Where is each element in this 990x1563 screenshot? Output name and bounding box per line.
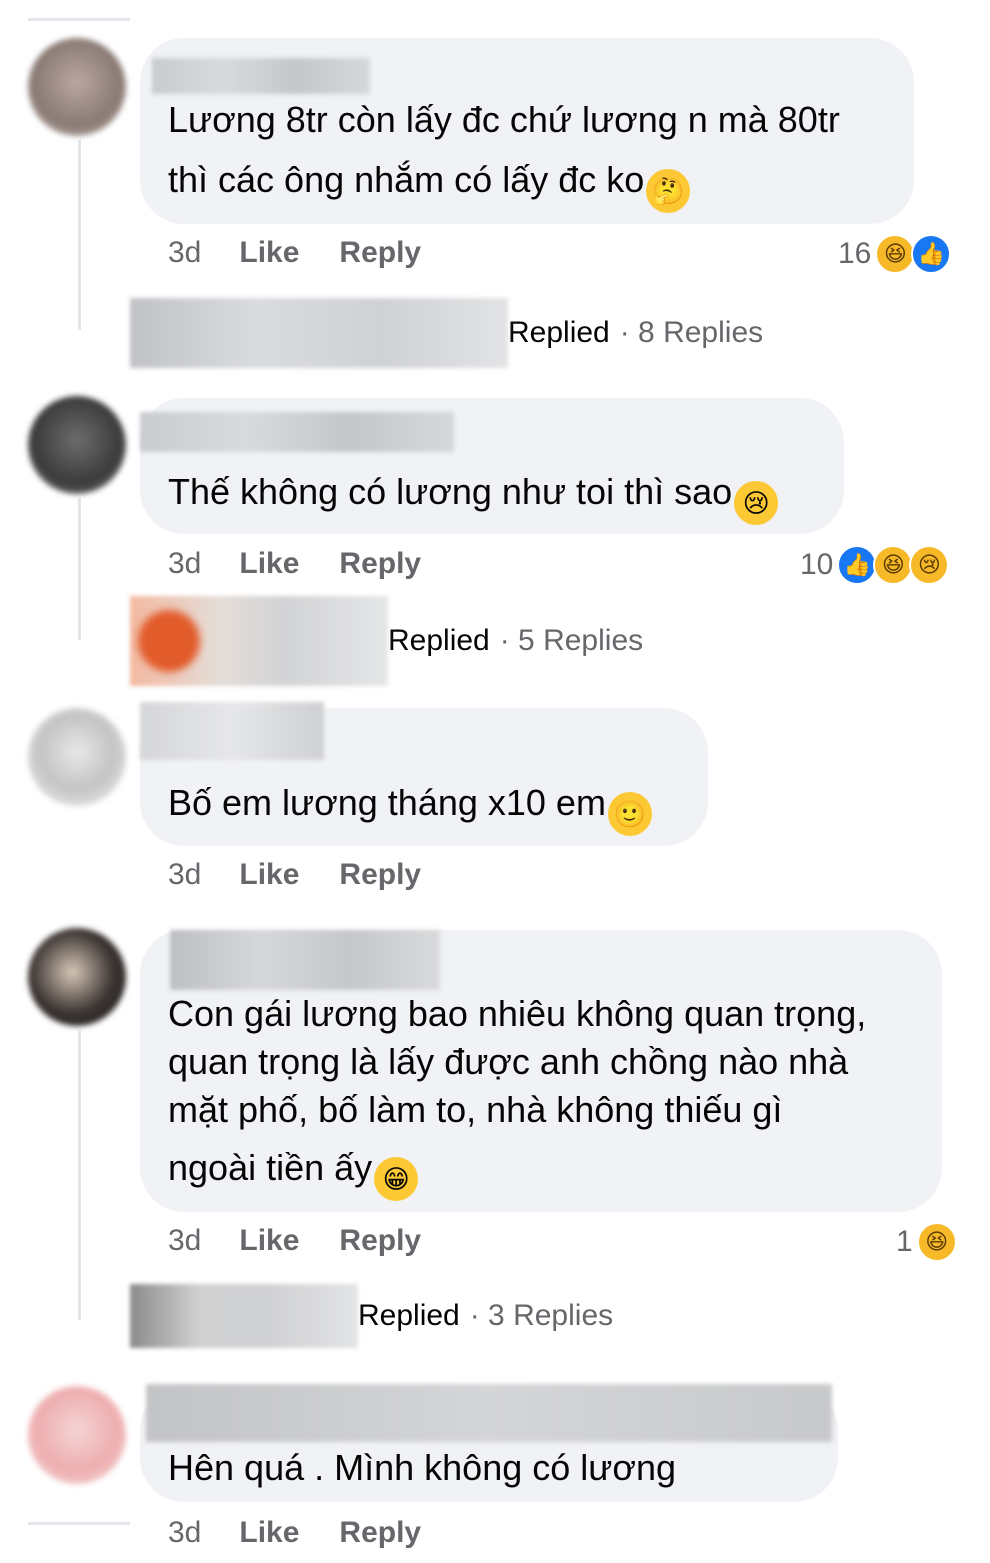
like-button[interactable]: Like bbox=[239, 858, 299, 892]
comment-time[interactable]: 3d bbox=[168, 858, 201, 892]
haha-icon: 😆 bbox=[875, 234, 916, 274]
comment-actions: 3d Like Reply bbox=[168, 858, 461, 892]
avatar[interactable] bbox=[28, 396, 126, 494]
author-name-redacted bbox=[140, 702, 324, 760]
comment-time[interactable]: 3d bbox=[168, 236, 201, 270]
author-name-redacted bbox=[170, 930, 440, 990]
replier-avatar-name-redacted bbox=[130, 298, 508, 368]
comment-actions: 3d Like Reply bbox=[168, 1516, 461, 1550]
replier-avatar-name-redacted bbox=[130, 1284, 358, 1348]
reaction-summary[interactable]: 16 😆 👍 bbox=[838, 232, 952, 276]
comment-time[interactable]: 3d bbox=[168, 1224, 201, 1258]
avatar[interactable] bbox=[28, 1386, 126, 1484]
grin-emoji-icon: 😁 bbox=[374, 1157, 419, 1201]
comment-actions: 3d Like Reply bbox=[168, 236, 461, 270]
comment-actions: 3d Like Reply bbox=[168, 547, 461, 581]
replied-label: Replied bbox=[508, 316, 610, 349]
replies-link[interactable]: Replied · 3 Replies bbox=[130, 1284, 613, 1348]
replies-link[interactable]: Replied · 8 Replies bbox=[130, 298, 763, 368]
like-button[interactable]: Like bbox=[239, 1224, 299, 1258]
reply-button[interactable]: Reply bbox=[339, 236, 421, 270]
smile-emoji-icon: 🙂 bbox=[607, 792, 652, 836]
replied-label: Replied bbox=[358, 1299, 460, 1332]
thread-line bbox=[78, 1030, 81, 1320]
replies-count: · 5 Replies bbox=[499, 624, 644, 657]
replied-label: Replied bbox=[388, 624, 490, 657]
replies-count: · 3 Replies bbox=[469, 1299, 614, 1332]
like-button[interactable]: Like bbox=[239, 547, 299, 581]
comment-text: Con gái lương bao nhiêu không quan trọng… bbox=[168, 990, 866, 1201]
haha-icon: 😆 bbox=[916, 1222, 957, 1262]
reaction-count: 10 bbox=[800, 548, 834, 581]
reply-button[interactable]: Reply bbox=[339, 1516, 421, 1550]
thread-line bbox=[28, 18, 130, 21]
reply-button[interactable]: Reply bbox=[339, 1224, 421, 1258]
thread-line bbox=[28, 1522, 130, 1525]
like-icon: 👍 bbox=[837, 545, 878, 585]
avatar[interactable] bbox=[28, 928, 126, 1026]
author-name-redacted bbox=[152, 58, 370, 94]
thread-line bbox=[78, 140, 81, 330]
replies-count: · 8 Replies bbox=[619, 316, 764, 349]
reply-button[interactable]: Reply bbox=[339, 547, 421, 581]
replies-link[interactable]: Replied · 5 Replies bbox=[130, 596, 643, 686]
sad-icon: 😢 bbox=[909, 545, 950, 585]
replier-avatar bbox=[138, 610, 200, 672]
comment-time[interactable]: 3d bbox=[168, 547, 201, 581]
like-icon: 👍 bbox=[911, 234, 952, 274]
comment-actions: 3d Like Reply bbox=[168, 1224, 461, 1258]
like-button[interactable]: Like bbox=[239, 236, 299, 270]
reaction-count: 1 bbox=[896, 1225, 913, 1258]
comment-text: Hên quá . Mình không có lương bbox=[168, 1447, 677, 1488]
thinking-emoji-icon: 🤔 bbox=[646, 169, 691, 213]
comment-time[interactable]: 3d bbox=[168, 1516, 201, 1550]
comment-text: Lương 8tr còn lấy đc chứ lương n mà 80tr… bbox=[168, 96, 840, 213]
haha-icon: 😆 bbox=[873, 545, 914, 585]
avatar[interactable] bbox=[28, 38, 126, 136]
author-name-redacted bbox=[140, 412, 454, 452]
thread-line bbox=[78, 498, 81, 640]
avatar[interactable] bbox=[28, 708, 126, 806]
reaction-summary[interactable]: 1 😆 bbox=[896, 1220, 957, 1264]
reply-button[interactable]: Reply bbox=[339, 858, 421, 892]
like-button[interactable]: Like bbox=[239, 1516, 299, 1550]
comment-text: Thế không có lương như toi thì sao 😢 bbox=[168, 468, 779, 525]
reaction-summary[interactable]: 10 👍 😆 😢 bbox=[800, 543, 950, 587]
author-name-redacted bbox=[146, 1384, 832, 1442]
comment-text: Bố em lương tháng x10 em 🙂 bbox=[168, 779, 652, 836]
reaction-count: 16 bbox=[838, 237, 872, 270]
crying-emoji-icon: 😢 bbox=[734, 481, 779, 525]
